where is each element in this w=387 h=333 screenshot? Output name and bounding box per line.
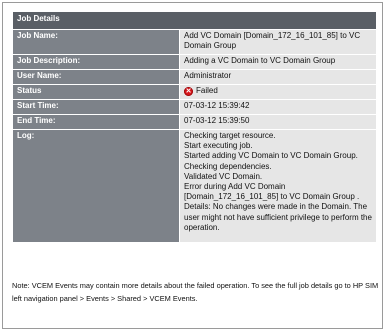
log-line: Error during Add VC Domain <box>184 182 286 192</box>
start-time-label: Start Time: <box>12 99 180 115</box>
log-line: Details: No changes were made in the Dom… <box>184 202 368 212</box>
status-row: Status ✕ Failed <box>12 84 377 100</box>
status-value-cell: ✕ Failed <box>179 84 377 100</box>
job-description-row: Job Description: Adding a VC Domain to V… <box>12 54 377 70</box>
job-details-table: Job Details Job Name: Add VC Domain [Dom… <box>12 11 377 243</box>
start-time-value: 07-03-12 15:39:42 <box>179 99 377 115</box>
log-line: user might not have sufficient privilege… <box>184 212 372 222</box>
job-description-label: Job Description: <box>12 54 180 70</box>
log-content: Checking target resource. Start executin… <box>179 129 377 243</box>
log-line: Start executing job. <box>184 141 253 151</box>
end-time-row: End Time: 07-03-12 15:39:50 <box>12 114 377 130</box>
log-line: [Domain_172_16_101_85] to VC Domain Grou… <box>184 192 360 202</box>
status-text: Failed <box>196 86 218 96</box>
start-time-row: Start Time: 07-03-12 15:39:42 <box>12 99 377 115</box>
log-label: Log: <box>12 129 180 243</box>
job-name-label: Job Name: <box>12 29 180 55</box>
job-details-dialog: Job Details Job Name: Add VC Domain [Dom… <box>2 2 383 329</box>
log-line: Started adding VC Domain to VC Domain Gr… <box>184 151 358 161</box>
log-line: Validated VC Domain. <box>184 171 263 181</box>
log-line: Checking dependencies. <box>184 161 272 171</box>
user-name-label: User Name: <box>12 69 180 85</box>
status-display: ✕ Failed <box>184 86 218 96</box>
end-time-value: 07-03-12 15:39:50 <box>179 114 377 130</box>
vcem-events-note: Note: VCEM Events may contain more detai… <box>12 281 379 303</box>
user-name-value: Administrator <box>179 69 377 85</box>
header-row: Job Details <box>12 11 377 30</box>
status-label: Status <box>12 84 180 100</box>
log-row: Log: Checking target resource. Start exe… <box>12 129 377 243</box>
job-description-value: Adding a VC Domain to VC Domain Group <box>179 54 377 70</box>
log-line: operation. <box>184 222 220 232</box>
end-time-label: End Time: <box>12 114 180 130</box>
job-details-title: Job Details <box>12 11 377 30</box>
user-name-row: User Name: Administrator <box>12 69 377 85</box>
error-x-icon: ✕ <box>184 87 193 96</box>
job-name-value: Add VC Domain [Domain_172_16_101_85] to … <box>179 29 377 55</box>
log-line: Checking target resource. <box>184 131 276 140</box>
job-name-row: Job Name: Add VC Domain [Domain_172_16_1… <box>12 29 377 55</box>
